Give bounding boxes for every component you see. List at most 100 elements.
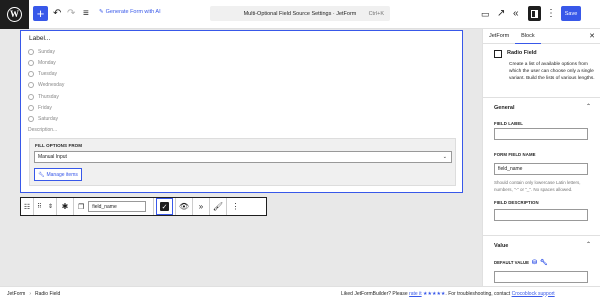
field-label-placeholder[interactable]: Label... [29,35,50,42]
radio-field-icon [494,50,502,58]
radio-option: Wednesday [28,82,64,88]
brush-icon: 🖌︎ [212,202,224,211]
field-label-input[interactable] [494,128,588,140]
wordpress-icon: W [7,6,22,22]
default-value-row: DEFAULT VALUE ⛁ 🔧︎ [494,259,548,266]
block-card-header: Radio Field [494,50,537,58]
editor-top-bar: W + ↶ ↷ ≡ ✎ Generate Form with AI Multi-… [0,0,600,29]
visibility-button[interactable]: 👁︎ [176,198,193,215]
drag-handle[interactable]: ⠿ [34,198,45,215]
general-section-title[interactable]: General [494,105,514,111]
chevron-down-icon: ⌄ [442,154,447,160]
field-name-input[interactable]: field_name [88,201,147,212]
radio-option-label: Tuesday [38,71,57,77]
field-description-input[interactable] [494,209,588,221]
move-up-down-buttons[interactable]: ⇕ [45,198,57,215]
options-icon[interactable]: ⋮ [546,7,556,21]
radio-field-block[interactable]: Label... Sunday Monday Tuesday Wednesday… [20,30,463,193]
block-name: Radio Field [507,50,537,56]
sidebar-icon [531,9,538,18]
manage-items-button[interactable]: 🔧︎ Manage items [34,168,82,181]
jetform-actions-button[interactable]: » [193,198,210,215]
block-type-button[interactable]: ☷ [21,198,34,215]
rate-link[interactable]: rate it [409,291,422,297]
editor-canvas: Label... Sunday Monday Tuesday Wednesday… [0,29,482,286]
required-toggle[interactable]: ✱ [57,198,74,215]
command-shortcut: Ctrl+K [368,10,384,17]
form-field-name-title: FORM FIELD NAME [494,152,536,157]
fill-options-select[interactable]: Manual Input ⌄ [34,151,452,163]
chevron-up-icon[interactable]: ⌃ [586,241,591,248]
status-bar: JetForm › Radio Field Liked JetFormBuilder… [0,286,600,300]
support-link[interactable]: Crocoblock support [512,291,555,297]
fill-options-label: FILL OPTIONS FROM [35,143,83,148]
add-block-button[interactable]: + [33,6,48,21]
radio-option-label: Monday [38,60,56,66]
breadcrumb-item[interactable]: JetForm [7,291,25,297]
radio-circle [28,60,34,66]
validation-tool[interactable]: ✓ [154,198,176,215]
radio-option: Sunday [28,49,55,55]
eye-icon: 👁︎ [178,202,190,211]
default-value-input[interactable] [494,271,588,283]
double-chevron-icon: » [198,202,204,211]
footer-text: . For troubleshooting, contact [445,290,511,297]
tab-block[interactable]: Block [515,29,541,44]
radio-circle [28,71,34,77]
check-shield-icon: ✓ [160,202,169,211]
radio-circle [28,82,34,88]
asterisk-icon: ✱ [61,202,69,211]
block-description: Create a list of available options from … [509,62,595,81]
radio-option-label: Saturday [38,116,59,122]
close-icon[interactable]: ✕ [589,32,595,40]
breadcrumb-item[interactable]: Radio Field [35,291,60,297]
undo-icon[interactable]: ↶ [53,7,61,21]
clear-styles-button[interactable]: 🖌︎ [210,198,227,215]
radio-option-label: Thursday [38,94,59,100]
manage-items-label: Manage items [46,171,78,178]
field-description-title: FIELD DESCRIPTION [494,200,539,205]
external-link-icon[interactable]: ↗ [497,7,505,21]
generate-form-ai-label: Generate Form with AI [105,9,161,15]
field-label-title: FIELD LABEL [494,121,524,126]
validation-tool-active[interactable]: ✓ [156,198,173,215]
breadcrumb: JetForm › Radio Field [7,290,61,297]
kebab-menu-icon: ⋮ [231,202,240,211]
more-options-button[interactable]: ⋮ [227,198,244,215]
radio-option: Monday [28,60,56,66]
settings-toggle-button[interactable] [528,6,541,21]
fill-options-value: Manual Input [38,154,67,160]
radio-option: Thursday [28,94,59,100]
radio-option-label: Friday [38,105,52,111]
jetform-icon[interactable]: « [513,7,519,21]
field-description-placeholder[interactable]: Description... [28,127,57,133]
magic-wand-icon: ✎ [99,9,104,15]
wordpress-logo[interactable]: W [0,0,29,29]
footer-note: Liked JetFormBuilder? Please rate it ★★★… [341,291,555,297]
form-field-name-input[interactable]: field_name [494,163,588,175]
field-name-hint: Should contain only lowercase Latin lett… [494,180,581,192]
default-value-title: DEFAULT VALUE [494,260,529,265]
divider [483,235,600,236]
copy-icon[interactable]: ❐ [78,203,84,211]
drag-icon: ⠿ [37,204,42,210]
document-title-bar[interactable]: Multi-Optional Field Source Settings · J… [210,6,390,21]
radio-option-label: Sunday [38,49,55,55]
view-icon[interactable]: ▭ [481,7,490,21]
radio-option-label: Wednesday [38,82,65,88]
radio-circle [28,105,34,111]
tab-jetform[interactable]: JetForm [483,29,515,44]
save-button[interactable]: Save [561,6,581,21]
database-icon[interactable]: ⛁ [532,259,537,266]
block-toolbar: ☷ ⠿ ⇕ ✱ ❐ field_name ✓ 👁︎ » 🖌︎ ⋮ [20,197,267,216]
chevron-up-icon[interactable]: ⌃ [586,103,591,110]
redo-icon[interactable]: ↷ [67,7,75,21]
radio-option: Friday [28,105,52,111]
document-title: Multi-Optional Field Source Settings · J… [243,10,357,17]
document-overview-icon[interactable]: ≡ [83,7,89,21]
sidebar-tabs: JetForm Block ✕ [483,29,600,44]
generate-form-ai-link[interactable]: ✎ Generate Form with AI [99,9,161,15]
wrench-icon[interactable]: 🔧︎ [540,259,548,266]
value-section-title[interactable]: Value [494,243,508,249]
rating-stars[interactable]: ★★★★★ [423,291,445,297]
